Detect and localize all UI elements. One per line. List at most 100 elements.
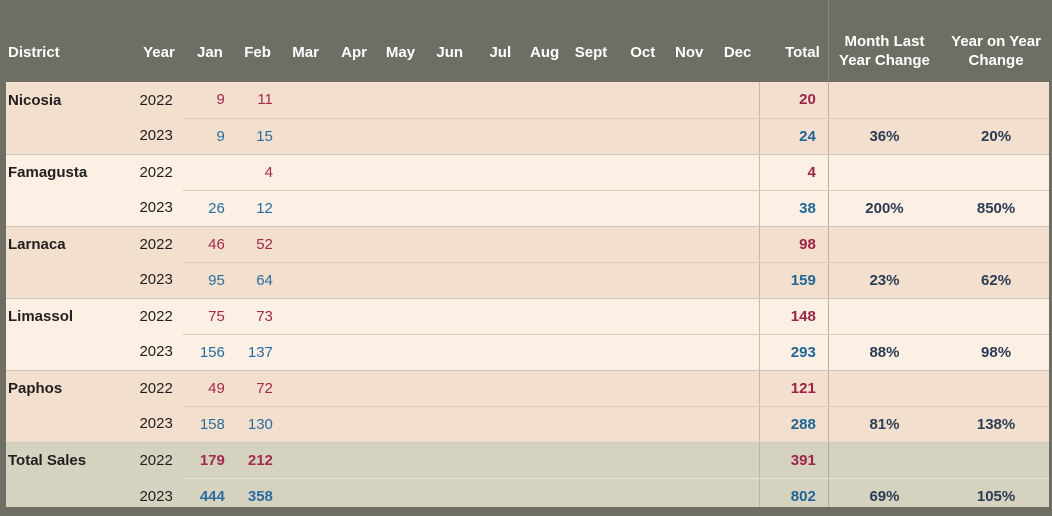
cell-month-feb: 15 — [230, 118, 279, 155]
column-header-month-nov[interactable]: Nov — [663, 0, 712, 82]
column-header-month-oct[interactable]: Oct — [615, 0, 664, 82]
column-header-month-jul[interactable]: Jul — [471, 0, 520, 82]
cell-month-dec — [711, 334, 760, 371]
cell-month-mar — [278, 442, 327, 479]
cell-month-nov — [663, 442, 712, 479]
cell-month-jun — [423, 262, 472, 299]
cell-district: Nicosia — [0, 82, 126, 118]
column-header-total[interactable]: Total — [759, 0, 829, 82]
frame-left-edge — [0, 0, 6, 516]
column-header-month-mar[interactable]: Mar — [278, 0, 327, 82]
cell-year: 2023 — [125, 190, 183, 227]
cell-year-on-year-change — [940, 298, 1052, 335]
cell-month-mar — [278, 370, 327, 407]
cell-month-may — [375, 334, 424, 371]
cell-month-jul — [471, 190, 520, 227]
column-header-month-sept[interactable]: Sept — [567, 0, 616, 82]
frame-bottom-edge — [0, 507, 1052, 516]
table-row[interactable]: 2023 9 15 24 36% 20% — [0, 118, 1052, 155]
sales-report-screen: District Year Jan Feb Mar Apr May Jun Jul Aug Se… — [0, 0, 1052, 516]
cell-month-nov — [663, 118, 712, 155]
cell-month-jul — [471, 226, 520, 263]
cell-month-jun — [423, 370, 472, 407]
cell-month-jun — [423, 406, 472, 443]
cell-year-on-year-change — [940, 226, 1052, 263]
cell-month-feb: 52 — [230, 226, 279, 263]
cell-year: 2022 — [125, 298, 183, 334]
cell-year: 2022 — [125, 82, 183, 118]
cell-month-last-year-change: 88% — [827, 334, 941, 371]
cell-year: 2023 — [125, 118, 183, 155]
cell-month-may — [375, 370, 424, 407]
column-header-year[interactable]: Year — [125, 0, 183, 82]
cell-total: 4 — [758, 154, 829, 191]
cell-month-jan: 158 — [182, 406, 231, 443]
cell-district: Total Sales — [0, 442, 126, 478]
column-header-district[interactable]: District — [0, 0, 126, 82]
table-row[interactable]: Famagusta 2022 4 4 — [0, 154, 1052, 191]
cell-year: 2022 — [125, 226, 183, 262]
cell-month-jun — [423, 118, 472, 155]
cell-year: 2023 — [125, 334, 183, 371]
cell-month-feb: 137 — [230, 334, 279, 371]
cell-month-oct — [615, 262, 664, 299]
cell-month-aug — [519, 262, 568, 299]
cell-month-mar — [278, 262, 327, 299]
column-header-month-jun[interactable]: Jun — [423, 0, 472, 82]
cell-month-sept — [567, 226, 616, 263]
cell-month-nov — [663, 298, 712, 335]
cell-total: 38 — [758, 190, 829, 227]
cell-total: 121 — [758, 370, 829, 407]
table-row[interactable]: Nicosia 2022 9 11 20 — [0, 82, 1052, 119]
cell-month-sept — [567, 82, 616, 119]
cell-month-aug — [519, 406, 568, 443]
cell-month-jun — [423, 442, 472, 479]
column-header-month-feb[interactable]: Feb — [230, 0, 279, 82]
cell-total: 293 — [758, 334, 829, 371]
cell-district — [0, 262, 126, 299]
cell-month-jan: 156 — [182, 334, 231, 371]
table-row[interactable]: 2023 158 130 288 81% 138% — [0, 406, 1052, 443]
cell-month-jan: 46 — [182, 226, 231, 263]
cell-month-mar — [278, 82, 327, 119]
cell-month-feb: 212 — [230, 442, 279, 479]
column-header-month-last-year-change[interactable]: Month Last Year Change — [827, 0, 941, 82]
cell-district: Famagusta — [0, 154, 126, 190]
cell-month-may — [375, 226, 424, 263]
cell-month-sept — [567, 370, 616, 407]
cell-month-jan: 26 — [182, 190, 231, 227]
cell-year-on-year-change: 850% — [940, 190, 1052, 227]
cell-month-jul — [471, 370, 520, 407]
cell-year: 2022 — [125, 154, 183, 190]
cell-month-may — [375, 118, 424, 155]
cell-month-apr — [326, 370, 375, 407]
cell-month-apr — [326, 406, 375, 443]
cell-month-jan: 95 — [182, 262, 231, 299]
table-row[interactable]: Limassol 2022 75 73 148 — [0, 298, 1052, 335]
cell-month-sept — [567, 406, 616, 443]
header-row: District Year Jan Feb Mar Apr May Jun Jul Aug Se… — [0, 0, 1052, 82]
column-header-month-apr[interactable]: Apr — [326, 0, 375, 82]
column-header-month-jan[interactable]: Jan — [182, 0, 231, 82]
column-header-month-aug[interactable]: Aug — [519, 0, 568, 82]
cell-month-oct — [615, 334, 664, 371]
cell-month-last-year-change — [827, 154, 941, 191]
table-row[interactable]: Total Sales 2022 179 212 391 — [0, 442, 1052, 479]
table-row[interactable]: Larnaca 2022 46 52 98 — [0, 226, 1052, 263]
column-header-year-on-year-change[interactable]: Year on Year Change — [940, 0, 1052, 82]
table-row[interactable]: 2023 95 64 159 23% 62% — [0, 262, 1052, 299]
column-header-month-dec[interactable]: Dec — [711, 0, 760, 82]
table-row[interactable]: 2023 26 12 38 200% 850% — [0, 190, 1052, 227]
cell-month-nov — [663, 82, 712, 119]
cell-district — [0, 334, 126, 371]
cell-total: 24 — [758, 118, 829, 155]
cell-month-sept — [567, 298, 616, 335]
cell-month-dec — [711, 262, 760, 299]
column-header-month-may[interactable]: May — [375, 0, 424, 82]
cell-year: 2023 — [125, 262, 183, 299]
table-row[interactable]: Paphos 2022 49 72 121 — [0, 370, 1052, 407]
table-row[interactable]: 2023 156 137 293 88% 98% — [0, 334, 1052, 371]
cell-year: 2022 — [125, 442, 183, 478]
cell-month-aug — [519, 442, 568, 479]
cell-month-oct — [615, 190, 664, 227]
